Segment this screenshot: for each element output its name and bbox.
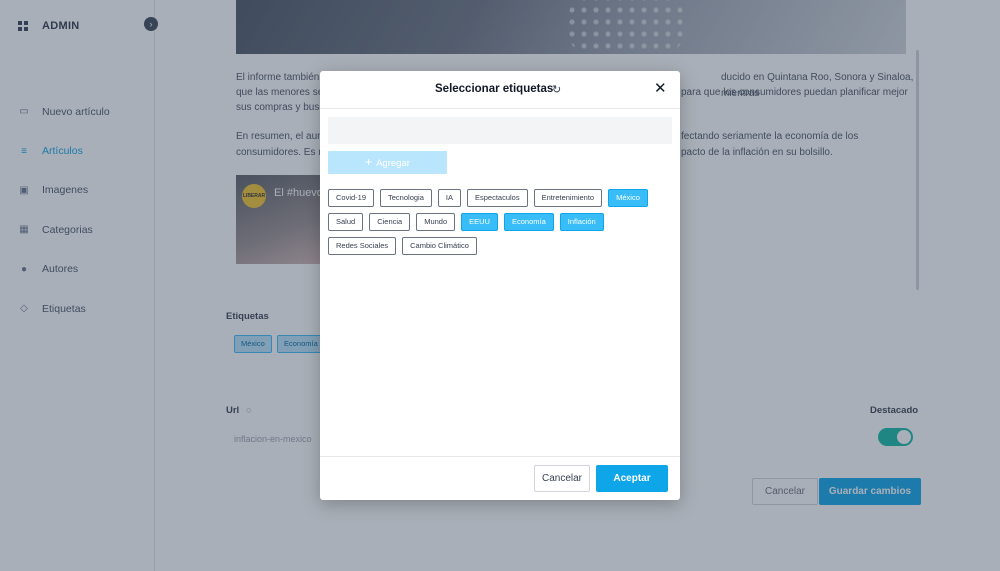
- modal-header: Seleccionar etiquetas ↻ ✕: [320, 71, 680, 109]
- tag-option[interactable]: Salud: [328, 213, 364, 231]
- modal-title: Seleccionar etiquetas: [435, 83, 554, 95]
- close-icon[interactable]: ✕: [654, 79, 667, 97]
- tag-option[interactable]: EEUU: [461, 213, 498, 231]
- tag-option[interactable]: Espectaculos: [466, 189, 528, 207]
- tag-search-input[interactable]: [328, 117, 672, 144]
- tag-option[interactable]: Cambio Climático: [402, 237, 477, 255]
- tag-option[interactable]: Mundo: [416, 213, 456, 231]
- tag-option[interactable]: Tecnologia: [380, 189, 432, 207]
- modal-cancel-button[interactable]: Cancelar: [534, 465, 590, 492]
- tag-option[interactable]: México: [608, 189, 648, 207]
- tag-option[interactable]: IA: [437, 189, 461, 207]
- refresh-icon[interactable]: ↻: [552, 83, 561, 96]
- tag-option[interactable]: Redes Sociales: [328, 237, 397, 255]
- tag-option[interactable]: Economía: [503, 213, 554, 231]
- modal-accept-button[interactable]: Aceptar: [596, 465, 668, 492]
- plus-icon: +: [365, 155, 373, 169]
- tag-option[interactable]: Ciencia: [369, 213, 411, 231]
- add-tag-button[interactable]: + Agregar: [328, 151, 447, 174]
- select-tags-modal: Seleccionar etiquetas ↻ ✕ + Agregar Covid…: [320, 71, 680, 500]
- tag-option[interactable]: Covid-19: [328, 189, 375, 207]
- tag-list: Covid-19 Tecnologia IA Espectaculos Entr…: [328, 189, 673, 255]
- tag-option[interactable]: Entretenimiento: [533, 189, 603, 207]
- tag-option[interactable]: Inflación: [559, 213, 604, 231]
- add-tag-label: Agregar: [376, 158, 410, 169]
- modal-footer: Cancelar Aceptar: [320, 456, 680, 500]
